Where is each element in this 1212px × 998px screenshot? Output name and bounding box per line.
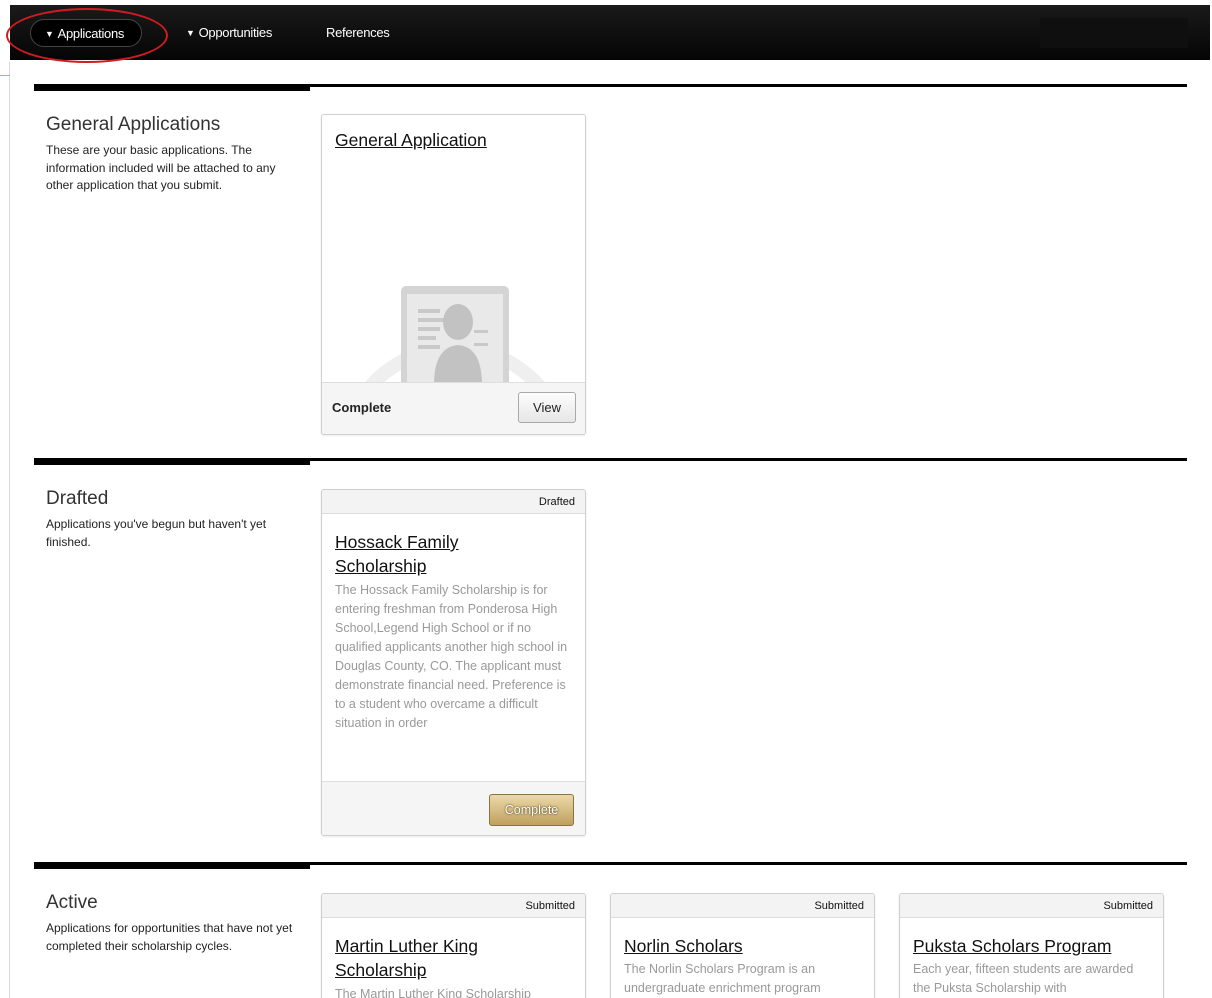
section-desc-general: These are your basic applications. The i… xyxy=(46,143,276,192)
page-left-border xyxy=(9,62,10,998)
card-title-link[interactable]: Hossack Family Scholarship xyxy=(335,530,535,578)
general-application-card: General Application Complete View xyxy=(321,114,586,435)
card-description: The Norlin Scholars Program is an underg… xyxy=(624,962,821,995)
section-title-drafted: Drafted xyxy=(46,488,109,509)
nav-applications-label: Applications xyxy=(57,26,125,41)
status-badge: Submitted xyxy=(322,894,585,918)
top-nav-bar: ▼ Applications ▼ Opportunities References xyxy=(10,5,1210,60)
drafted-scholarship-card: Drafted Hossack Family Scholarship The H… xyxy=(321,489,586,836)
user-account-area[interactable] xyxy=(1040,18,1188,48)
nav-references-label: References xyxy=(326,25,390,40)
section-desc-active: Applications for opportunities that have… xyxy=(46,921,293,953)
nav-applications[interactable]: ▼ Applications xyxy=(30,19,143,47)
section-desc-drafted: Applications you've begun but haven't ye… xyxy=(46,517,267,549)
section-divider xyxy=(34,862,1187,869)
card-title-link[interactable]: Norlin Scholars xyxy=(624,934,861,958)
card-title-link[interactable]: Martin Luther King Scholarship xyxy=(335,934,535,982)
caret-down-icon: ▼ xyxy=(186,28,195,38)
active-scholarship-card: Submitted Martin Luther King Scholarship… xyxy=(321,893,586,998)
card-footer: Complete xyxy=(322,781,585,835)
card-description: The Hossack Family Scholarship is for en… xyxy=(335,583,568,730)
caret-down-icon: ▼ xyxy=(45,29,54,39)
section-title-active: Active xyxy=(46,892,98,913)
active-scholarship-card: Submitted Puksta Scholars Program Each y… xyxy=(899,893,1164,998)
document-profile-icon xyxy=(362,286,548,385)
status-label: Complete xyxy=(332,400,392,415)
card-description: Each year, fifteen students are awarded … xyxy=(913,962,1134,995)
nav-opportunities-label: Opportunities xyxy=(198,25,273,40)
active-scholarship-card: Submitted Norlin Scholars The Norlin Sch… xyxy=(610,893,875,998)
edge-accent xyxy=(0,75,10,76)
status-badge: Drafted xyxy=(322,490,585,514)
status-badge: Submitted xyxy=(900,894,1163,918)
section-title-general: General Applications xyxy=(46,114,221,135)
nav-references[interactable]: References xyxy=(326,19,390,47)
card-title-link[interactable]: Puksta Scholars Program xyxy=(913,934,1150,958)
section-divider xyxy=(34,84,1187,91)
card-footer: Complete View xyxy=(322,382,585,434)
nav-opportunities[interactable]: ▼ Opportunities xyxy=(186,19,272,47)
status-badge: Submitted xyxy=(611,894,874,918)
complete-button[interactable]: Complete xyxy=(489,794,574,826)
view-button[interactable]: View xyxy=(518,392,576,423)
card-title-link[interactable]: General Application xyxy=(335,128,487,152)
card-description: The Martin Luther King Scholarship xyxy=(335,987,531,998)
section-divider xyxy=(34,458,1187,465)
